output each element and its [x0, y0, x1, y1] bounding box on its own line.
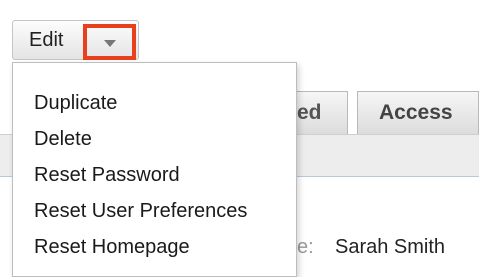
- menu-item-duplicate[interactable]: Duplicate: [13, 85, 296, 121]
- tab-label: ed: [297, 101, 322, 124]
- menu-item-delete[interactable]: Delete: [13, 121, 296, 157]
- tab-label: Access: [379, 101, 453, 124]
- menu-item-reset-user-preferences[interactable]: Reset User Preferences: [13, 193, 296, 229]
- actions-dropdown-toggle[interactable]: [83, 24, 136, 60]
- menu-item-reset-homepage[interactable]: Reset Homepage: [13, 229, 296, 265]
- menu-item-reset-password[interactable]: Reset Password: [13, 157, 296, 193]
- actions-dropdown-menu: Duplicate Delete Reset Password Reset Us…: [12, 62, 297, 277]
- caret-down-icon: [103, 39, 116, 47]
- edit-button-label: Edit: [29, 28, 64, 51]
- edit-button[interactable]: Edit: [13, 21, 88, 59]
- field-label: e:: [297, 236, 314, 258]
- full-name-value: Sarah Smith: [335, 236, 446, 258]
- tab-access[interactable]: Access: [357, 91, 479, 134]
